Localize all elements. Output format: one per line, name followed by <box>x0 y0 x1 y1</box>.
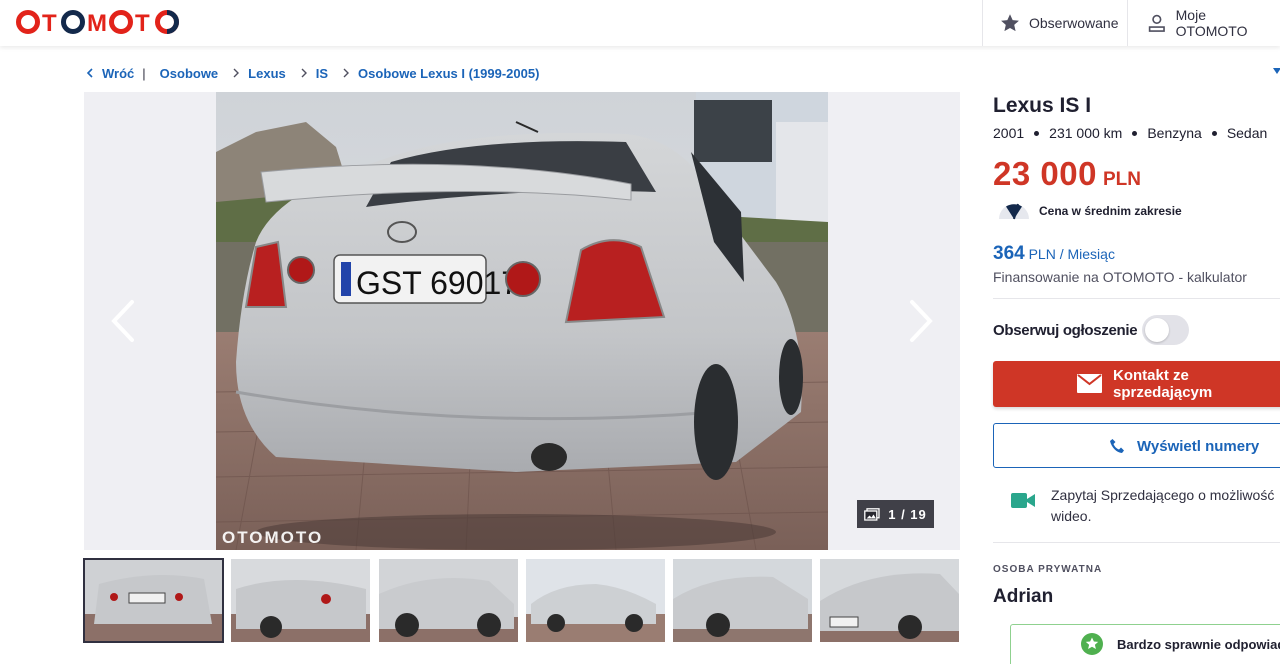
previous-photo-button[interactable] <box>108 298 138 344</box>
video-icon <box>1011 493 1035 508</box>
watchlist-label: Obserwowane <box>1029 15 1119 31</box>
badge-star-icon <box>1081 633 1103 655</box>
show-phone-label: Wyświetl numery <box>1137 438 1260 455</box>
top-header: T M T Obserwowane Moje OTOMOTO <box>0 0 1280 46</box>
thumbnail[interactable] <box>231 559 370 642</box>
video-request-text: Zapytaj Sprzedającego o możliwość wideo. <box>1051 487 1275 524</box>
spec-year: 2001 <box>993 125 1025 141</box>
otomoto-logo[interactable]: T M T <box>16 9 188 35</box>
gallery-icon <box>864 507 880 521</box>
thumbnail-image <box>84 559 223 642</box>
installment-unit: PLN / Miesiąc <box>1028 246 1115 262</box>
contact-seller-label: Kontakt ze sprzedającym <box>1113 367 1213 401</box>
toggle-knob <box>1145 318 1169 342</box>
chevron-right-icon <box>233 68 240 78</box>
show-phone-button[interactable]: Wyświetl numery <box>993 423 1280 468</box>
breadcrumb-separator: | <box>142 65 146 81</box>
thumbnail-image <box>526 559 665 642</box>
listing-title: Lexus IS I <box>993 94 1092 117</box>
price-evaluation[interactable]: Cena w średnim zakresie <box>997 202 1182 220</box>
thumbnail[interactable] <box>83 558 224 643</box>
contact-seller-button[interactable]: Kontakt ze sprzedającym <box>993 361 1280 407</box>
price-amount: 23 000 <box>993 155 1097 192</box>
chevron-right-icon <box>343 68 350 78</box>
back-link[interactable]: Wróć <box>102 66 134 81</box>
watchlist-link[interactable]: Obserwowane <box>999 0 1119 46</box>
user-icon <box>1148 14 1165 32</box>
thumbnail-strip <box>83 558 960 643</box>
photo-counter[interactable]: 1 / 19 <box>857 500 934 528</box>
photo-counter-text: 1 / 19 <box>888 506 927 522</box>
spec-separator <box>1034 130 1040 136</box>
price-currency: PLN <box>1102 169 1141 190</box>
thumbnail[interactable] <box>673 559 812 642</box>
thumbnail-image <box>820 559 959 642</box>
header-divider <box>1127 0 1128 46</box>
thumbnail-image <box>673 559 812 642</box>
spec-mileage: 231 000 km <box>1049 125 1123 141</box>
star-icon <box>1001 14 1019 32</box>
chevron-left-icon <box>86 68 93 78</box>
thumbnail-image <box>231 559 370 642</box>
installment-link[interactable]: 364 PLN / Miesiąc <box>993 243 1115 265</box>
seller-name: Adrian <box>993 586 1054 607</box>
spec-body: Sedan <box>1226 125 1268 141</box>
thumbnail-image <box>379 559 518 642</box>
thumbnail[interactable] <box>379 559 518 642</box>
account-label: Moje OTOMOTO <box>1175 7 1248 39</box>
svg-text:T: T <box>135 10 150 35</box>
spec-fuel: Benzyna <box>1147 125 1202 141</box>
photo-gallery: GST 69017 OTOMOTO 1 / 19 <box>84 92 960 550</box>
svg-text:M: M <box>87 10 107 35</box>
account-link[interactable]: Moje OTOMOTO <box>1146 0 1280 46</box>
phone-icon <box>1110 439 1124 453</box>
chevron-right-icon <box>301 68 307 78</box>
seller-type: OSOBA PRYWATNA <box>993 564 1103 575</box>
next-photo-button[interactable] <box>906 298 936 344</box>
breadcrumb: Wróć | Osobowe Lexus IS Osobowe Lexus I … <box>86 65 539 81</box>
observe-label: Obserwuj ogłoszenie <box>993 322 1138 339</box>
thumbnail[interactable] <box>526 559 665 642</box>
main-car-photo[interactable]: GST 69017 <box>216 92 828 550</box>
photo-watermark: OTOMOTO <box>222 528 324 547</box>
spec-separator <box>1132 130 1138 136</box>
breadcrumb-item[interactable]: Osobowe Lexus I (1999-2005) <box>358 66 539 81</box>
breadcrumb-item[interactable]: Osobowe <box>160 66 219 81</box>
header-divider <box>982 0 983 46</box>
price-evaluation-label: Cena w średnim zakresie <box>1039 204 1182 218</box>
listing-price: 23 000 PLN <box>993 155 1141 193</box>
thumbnail[interactable] <box>820 559 959 642</box>
mail-icon <box>1077 374 1102 393</box>
breadcrumb-item[interactable]: Lexus <box>248 66 286 81</box>
dropdown-indicator-icon <box>1273 68 1280 74</box>
observe-toggle[interactable] <box>1142 315 1189 345</box>
divider <box>993 542 1280 543</box>
listing-specs: 2001 231 000 km Benzyna Sedan <box>993 125 1267 141</box>
svg-text:GST 69017: GST 69017 <box>356 265 519 301</box>
svg-text:T: T <box>42 10 57 35</box>
spec-separator <box>1211 130 1217 136</box>
price-gauge-icon <box>999 203 1029 220</box>
seller-badge: Bardzo sprawnie odpowiada <box>1010 624 1280 664</box>
divider <box>993 298 1280 299</box>
financing-label[interactable]: Finansowanie na OTOMOTO - kalkulator <box>993 269 1247 285</box>
breadcrumb-item[interactable]: IS <box>316 66 328 81</box>
installment-amount: 364 <box>993 243 1025 264</box>
